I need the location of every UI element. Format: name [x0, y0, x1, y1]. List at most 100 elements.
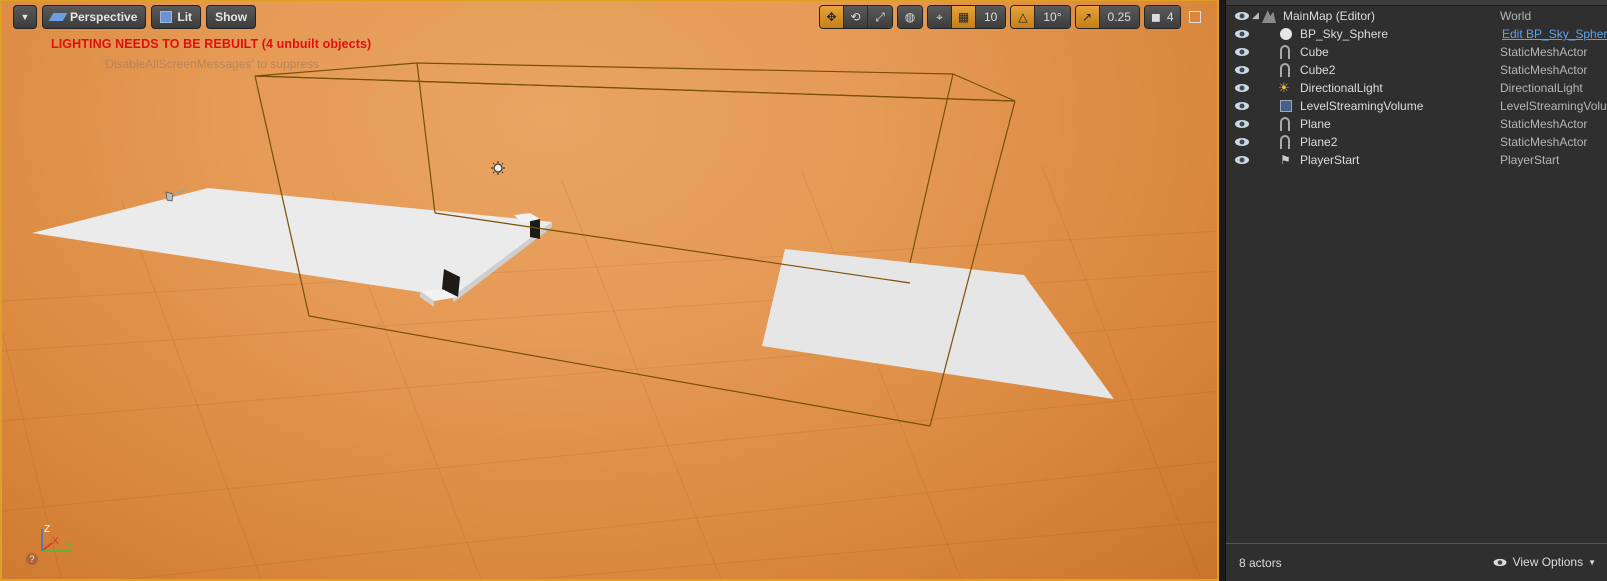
outliner-footer: 8 actors View Options ▼: [1226, 543, 1607, 581]
globe-icon: ◍: [904, 10, 916, 24]
actor-name: Plane: [1300, 117, 1331, 131]
actor-type: LevelStreamingVolume: [1500, 99, 1607, 113]
outliner-row-player-start[interactable]: ⚑ PlayerStart PlayerStart: [1226, 151, 1607, 169]
scale-snap-icon: ↗: [1081, 10, 1093, 24]
actor-type: StaticMeshActor: [1500, 45, 1588, 59]
axis-y-label: Y: [66, 541, 73, 552]
camera-icon: ◼: [1150, 10, 1161, 24]
actor-count: 8 actors: [1239, 556, 1282, 570]
visibility-eye-icon[interactable]: [1234, 46, 1250, 58]
grid-snap-toggle[interactable]: ▦: [952, 6, 976, 28]
actor-name: BP_Sky_Sphere: [1300, 27, 1389, 41]
grid-snap-value-text: 10: [984, 10, 998, 24]
actor-name: PlayerStart: [1300, 153, 1360, 167]
suppress-hint: 'DisableAllScreenMessages' to suppress: [103, 57, 320, 71]
scale-mode-button[interactable]: ⤢: [868, 6, 892, 28]
volume-icon: [1280, 100, 1292, 112]
static-mesh-icon: [1280, 45, 1290, 59]
visibility-eye-icon[interactable]: [1234, 100, 1250, 112]
rotation-snap-value-text: 10°: [1043, 10, 1062, 24]
rotate-icon: ⟲: [850, 10, 861, 24]
world-local-toggle[interactable]: ◍: [898, 6, 922, 28]
actor-type: DirectionalLight: [1500, 81, 1583, 95]
scene-canvas[interactable]: [2, 1, 1219, 581]
axis-x-label: X: [52, 536, 59, 547]
surface-snap-icon: ⌖: [936, 9, 943, 24]
actor-name: Cube: [1300, 45, 1329, 59]
outliner-row-plane[interactable]: Plane StaticMeshActor: [1226, 115, 1607, 133]
outliner-row-plane2[interactable]: Plane2 StaticMeshActor: [1226, 133, 1607, 151]
rotation-snap-toggle[interactable]: △: [1011, 6, 1036, 28]
surface-snap-button[interactable]: ⌖: [928, 6, 952, 28]
axis-z-label: Z: [44, 524, 50, 535]
lit-label: Lit: [177, 10, 193, 24]
scale-snap-value[interactable]: 0.25: [1099, 6, 1139, 28]
actor-name: DirectionalLight: [1300, 81, 1383, 95]
outliner-row-bp-sky-sphere[interactable]: BP_Sky_Sphere Edit BP_Sky_Sphere: [1226, 25, 1607, 43]
grid-icon: ▦: [957, 10, 970, 24]
static-mesh-icon: [1280, 135, 1290, 149]
outliner-rows: ◢ MainMap (Editor) World BP_Sky_Sphere E…: [1226, 7, 1607, 169]
static-mesh-icon: [1280, 117, 1290, 131]
rotation-snap-value[interactable]: 10°: [1035, 6, 1070, 28]
visibility-eye-icon[interactable]: [1234, 136, 1250, 148]
outliner-row-cube2[interactable]: Cube2 StaticMeshActor: [1226, 61, 1607, 79]
chevron-down-icon: ▼: [20, 12, 30, 22]
grid-snap-value[interactable]: 10: [976, 6, 1006, 28]
outliner-column-header[interactable]: [1226, 0, 1607, 6]
visibility-eye-icon[interactable]: [1234, 82, 1250, 94]
actor-name: Cube2: [1300, 63, 1336, 77]
axis-gizmo: Z X Y: [41, 524, 73, 552]
actor-name: Plane2: [1300, 135, 1338, 149]
edit-blueprint-link[interactable]: Edit BP_Sky_Sphere: [1502, 27, 1607, 41]
level-viewport[interactable]: ▼ Perspective Lit Show ✥ ⟲ ⤢ ◍ ⌖ ▦ 10 △ …: [0, 0, 1219, 581]
view-options-button[interactable]: View Options ▼: [1492, 555, 1596, 569]
translate-mode-button[interactable]: ✥: [820, 6, 844, 28]
actor-type: PlayerStart: [1500, 153, 1560, 167]
scale-icon: ⤢: [875, 9, 885, 24]
visibility-eye-icon[interactable]: [1234, 118, 1250, 130]
actor-name: MainMap (Editor): [1283, 9, 1376, 23]
directional-light-sprite[interactable]: [491, 161, 505, 175]
help-icon[interactable]: ?: [26, 553, 38, 565]
show-button[interactable]: Show: [206, 5, 257, 29]
actor-name: LevelStreamingVolume: [1300, 99, 1424, 113]
lighting-warning: LIGHTING NEEDS TO BE REBUILT (4 unbuilt …: [51, 37, 372, 51]
visibility-eye-icon[interactable]: [1234, 154, 1250, 166]
actor-type: StaticMeshActor: [1500, 63, 1588, 77]
visibility-eye-icon[interactable]: [1234, 28, 1250, 40]
maximize-viewport-icon[interactable]: [1188, 11, 1201, 23]
perspective-button[interactable]: Perspective: [42, 5, 147, 29]
show-label: Show: [215, 10, 248, 24]
actor-type: StaticMeshActor: [1500, 117, 1588, 131]
plane-right[interactable]: [762, 249, 1114, 399]
eye-icon: [1493, 558, 1507, 566]
actor-type: World: [1500, 9, 1532, 23]
outliner-row-level-streaming-volume[interactable]: LevelStreamingVolume LevelStreamingVolum…: [1226, 97, 1607, 115]
scale-snap-value-text: 0.25: [1107, 10, 1131, 24]
world-icon: [1262, 10, 1276, 23]
directional-light-icon: ☀: [1278, 80, 1290, 95]
lit-button[interactable]: Lit: [151, 5, 202, 29]
outliner-row-mainmap[interactable]: ◢ MainMap (Editor) World: [1226, 7, 1607, 25]
angle-icon: △: [1018, 10, 1028, 24]
visibility-eye-icon[interactable]: [1234, 64, 1250, 76]
translate-icon: ✥: [826, 10, 837, 24]
outliner-row-cube[interactable]: Cube StaticMeshActor: [1226, 43, 1607, 61]
view-options-label: View Options: [1512, 555, 1584, 569]
lit-cube-icon: [160, 11, 173, 23]
player-start-icon: ⚑: [1280, 153, 1291, 167]
perspective-icon: [48, 13, 68, 21]
actor-type: StaticMeshActor: [1500, 135, 1588, 149]
camera-speed-button[interactable]: ◼ 4: [1144, 6, 1180, 28]
sphere-icon: [1280, 28, 1292, 40]
viewport-options-menu-button[interactable]: ▼: [13, 5, 37, 29]
world-outliner: ◢ MainMap (Editor) World BP_Sky_Sphere E…: [1225, 0, 1607, 581]
scale-snap-toggle[interactable]: ↗: [1075, 6, 1100, 28]
rotate-mode-button[interactable]: ⟲: [844, 6, 868, 28]
expand-arrow-icon[interactable]: ◢: [1252, 10, 1259, 21]
outliner-row-directional-light[interactable]: ☀ DirectionalLight DirectionalLight: [1226, 79, 1607, 97]
visibility-eye-icon[interactable]: [1234, 10, 1250, 22]
chevron-down-icon: ▼: [1588, 557, 1596, 567]
static-mesh-icon: [1280, 63, 1290, 77]
